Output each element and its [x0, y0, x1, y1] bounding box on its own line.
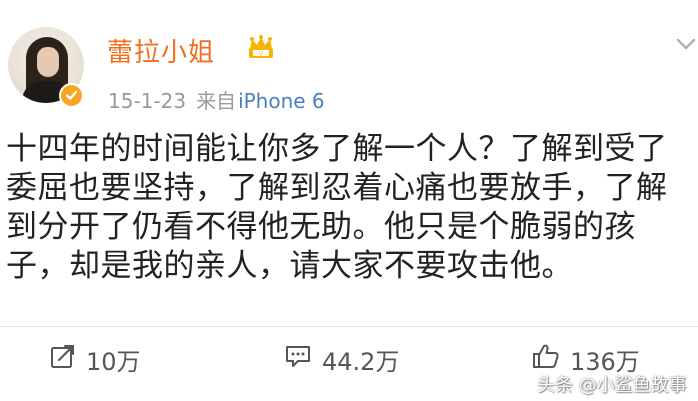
crown-icon[interactable]: V: [247, 34, 275, 64]
avatar-face: [37, 47, 59, 77]
comment-count: 44.2万: [322, 347, 400, 376]
weibo-post: 蕾拉小姐 V 15-1-23 来自 iPhone 6 十四年的时间能让你多了解一个人…: [0, 0, 698, 401]
divider: [0, 326, 698, 327]
comment-button[interactable]: 44.2万: [284, 342, 399, 376]
watermark: 头条 @小鲨鱼故事: [537, 375, 687, 396]
post-text: 十四年的时间能让你多了解一个人？了解到受了委屈也要坚持，了解到忍着心痛也要放手，…: [6, 131, 668, 284]
source-prefix: 来自: [196, 89, 237, 113]
share-icon: [50, 343, 76, 375]
comment-icon: [284, 343, 312, 375]
source-device[interactable]: iPhone 6: [238, 89, 325, 113]
author-name[interactable]: 蕾拉小姐: [107, 32, 215, 69]
post-date: 15-1-23: [108, 89, 187, 113]
chevron-down-icon[interactable]: [676, 36, 696, 55]
repost-count: 10万: [86, 347, 141, 376]
repost-button[interactable]: 10万: [50, 342, 141, 376]
verified-badge-icon: [59, 83, 84, 108]
post-meta: 15-1-23 来自 iPhone 6: [108, 85, 325, 114]
